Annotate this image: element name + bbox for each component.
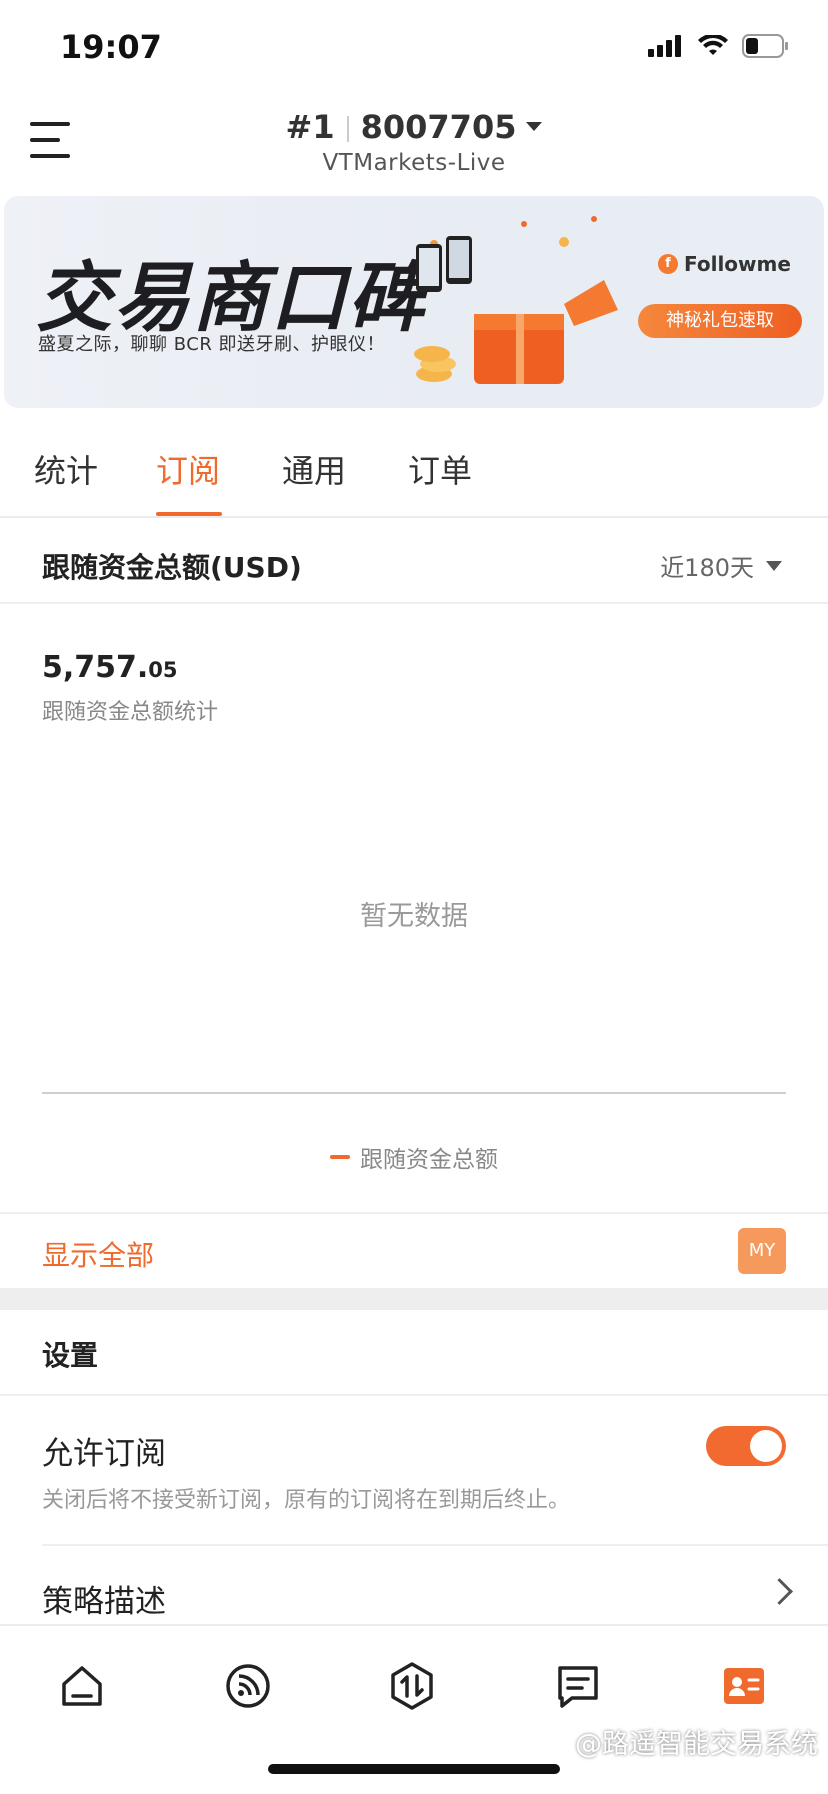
range-selector[interactable]: 近180天 <box>660 548 782 583</box>
signal-icon <box>648 35 681 57</box>
banner-subtitle: 盛夏之际，聊聊 BCR 即送牙刷、护眼仪！ <box>38 334 386 355</box>
allow-subscription-description: 关闭后将不接受新订阅，原有的订阅将在到期后终止。 <box>42 1488 571 1513</box>
my-badge[interactable]: MY <box>738 1228 786 1274</box>
trade-icon[interactable] <box>386 1660 438 1712</box>
chart-axis-line <box>42 1092 786 1094</box>
tab-general[interactable]: 通用 <box>282 446 346 492</box>
value-decimal: 05 <box>148 658 178 682</box>
wifi-icon <box>698 35 728 55</box>
account-number: 8007705 <box>360 108 517 146</box>
tab-orders[interactable]: 订单 <box>408 446 472 492</box>
divider <box>0 1394 828 1396</box>
watermark: @路遥智能交易系统 <box>575 1729 818 1760</box>
section-separator <box>0 1288 828 1310</box>
tab-subscription[interactable]: 订阅 <box>156 446 220 492</box>
legend-label: 跟随资金总额 <box>360 1147 498 1173</box>
legend-swatch <box>330 1155 350 1159</box>
message-icon[interactable] <box>552 1660 604 1712</box>
divider <box>0 602 828 604</box>
feed-icon[interactable] <box>222 1660 274 1712</box>
profile-icon[interactable] <box>718 1660 770 1712</box>
home-icon[interactable] <box>56 1660 108 1712</box>
banner-brand: f Followme <box>658 252 791 276</box>
status-icons <box>648 34 790 58</box>
allow-subscription-label: 允许订阅 <box>42 1436 166 1472</box>
banner-brand-label: Followme <box>684 252 791 276</box>
value-integer: 5,757. <box>42 650 149 685</box>
divider <box>0 1212 828 1214</box>
active-tab-indicator <box>156 512 222 516</box>
title-separator <box>346 116 349 142</box>
banner-cta-button[interactable]: 神秘礼包速取 <box>638 304 802 338</box>
gift-box-illustration <box>414 216 618 384</box>
status-time: 19:07 <box>60 28 162 66</box>
divider <box>42 1544 828 1546</box>
strategy-description-row[interactable]: 策略描述 <box>42 1576 166 1621</box>
server-name: VTMarkets-Live <box>322 150 506 176</box>
tab-statistics[interactable]: 统计 <box>34 446 98 492</box>
value-caption: 跟随资金总额统计 <box>42 700 219 725</box>
promo-banner[interactable]: 交易商口碑 盛夏之际，聊聊 BCR 即送牙刷、护眼仪！ f Followme 神… <box>4 196 824 408</box>
account-selector[interactable]: #1 8007705 <box>0 108 828 146</box>
settings-title: 设置 <box>42 1339 99 1372</box>
followme-logo-icon: f <box>658 254 678 274</box>
battery-icon <box>742 34 788 58</box>
chevron-right-icon <box>766 1578 793 1605</box>
follow-funds-value: 5,757.05 <box>42 650 178 685</box>
toggle-knob <box>750 1430 782 1462</box>
range-label: 近180天 <box>660 554 754 582</box>
account-rank: #1 <box>285 108 335 146</box>
follow-funds-title: 跟随资金总额(USD) <box>42 551 302 584</box>
tab-bar: 统计 订阅 通用 订单 <box>0 410 828 518</box>
empty-state-text: 暂无数据 <box>360 901 468 932</box>
dropdown-triangle-icon <box>766 560 782 571</box>
home-indicator[interactable] <box>268 1764 560 1774</box>
show-all-link[interactable]: 显示全部 <box>42 1234 154 1274</box>
allow-subscription-toggle[interactable] <box>706 1426 786 1466</box>
chart-legend: 跟随资金总额 <box>0 1140 828 1174</box>
dropdown-caret-icon <box>526 121 543 131</box>
